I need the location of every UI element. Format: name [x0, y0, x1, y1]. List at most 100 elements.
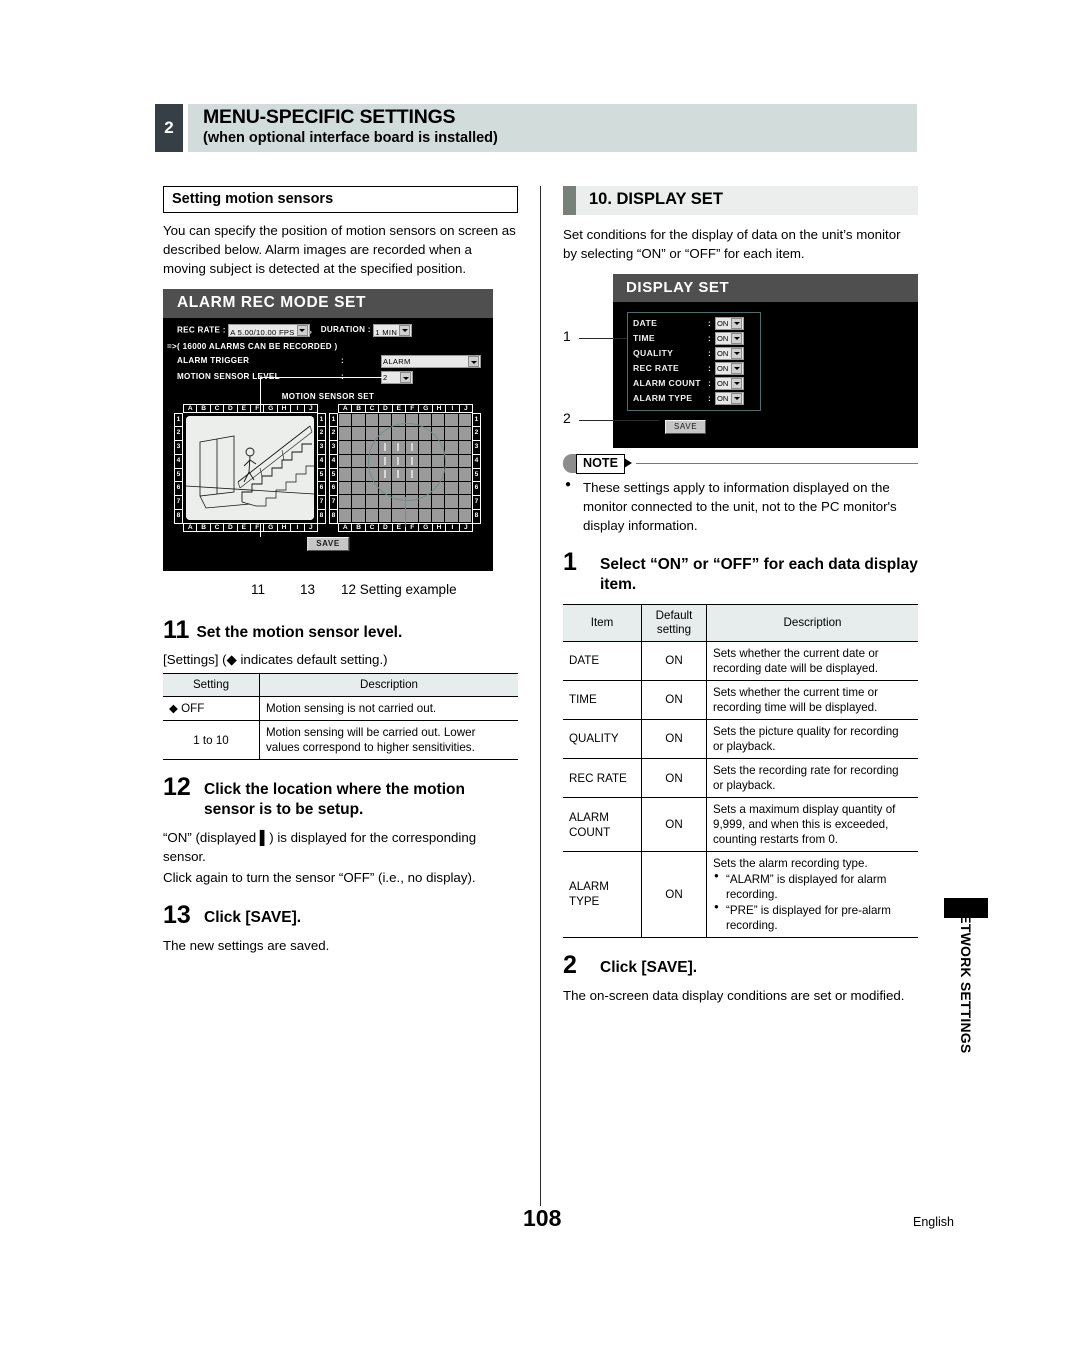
sensor-cell-H3[interactable]	[432, 440, 445, 454]
alarm-save-button-wrap[interactable]: SAVE	[307, 536, 349, 551]
sensor-cell-I6[interactable]	[445, 481, 458, 495]
sensor-cell-A4[interactable]	[339, 454, 352, 468]
sensor-cell-H1[interactable]	[432, 413, 445, 427]
sensor-cell-D8[interactable]	[378, 509, 392, 522]
sensor-cell-D1[interactable]	[378, 413, 392, 427]
sensor-cell-F5[interactable]	[405, 468, 418, 481]
sensor-cell-area[interactable]	[338, 412, 472, 527]
sensor-cell-B5[interactable]	[352, 468, 365, 481]
display-item-dropdown[interactable]: ON	[715, 376, 745, 390]
sensor-cell-G1[interactable]	[418, 413, 432, 427]
sensor-cell-D3[interactable]	[378, 440, 392, 454]
sensor-cell-D6[interactable]	[378, 481, 392, 495]
col-label: E	[236, 403, 252, 413]
sensor-cell-I5[interactable]	[445, 468, 458, 481]
sensor-cell-F6[interactable]	[405, 481, 418, 495]
sensor-cell-G5[interactable]	[418, 468, 432, 481]
sensor-cell-C1[interactable]	[365, 413, 378, 427]
sensor-cell-J7[interactable]	[458, 495, 471, 508]
sensor-cell-F4[interactable]	[405, 454, 418, 468]
sensor-cell-I2[interactable]	[445, 427, 458, 440]
sensor-cell-E8[interactable]	[392, 509, 405, 522]
sensor-cell-B4[interactable]	[352, 454, 365, 468]
rec-rate-comma: ,	[309, 325, 313, 335]
alarm-trigger-dropdown[interactable]: ALARM	[381, 354, 481, 368]
sensor-cell-A2[interactable]	[339, 427, 352, 440]
display-item-dropdown[interactable]: ON	[715, 361, 745, 375]
sensor-cell-A8[interactable]	[339, 509, 352, 522]
sensor-cell-F7[interactable]	[405, 495, 418, 508]
sensor-cell-E7[interactable]	[392, 495, 405, 508]
sensor-cell-H5[interactable]	[432, 468, 445, 481]
sensor-cell-J3[interactable]	[458, 440, 471, 454]
sensor-cell-C2[interactable]	[365, 427, 378, 440]
sensor-cell-C3[interactable]	[365, 440, 378, 454]
sensor-cell-F3[interactable]	[405, 440, 418, 454]
save-button[interactable]: SAVE	[665, 419, 707, 434]
sensor-cell-I8[interactable]	[445, 509, 458, 522]
sensor-cell-A6[interactable]	[339, 481, 352, 495]
sensor-cell-C4[interactable]	[365, 454, 378, 468]
sensor-cell-I7[interactable]	[445, 495, 458, 508]
sensor-cell-I4[interactable]	[445, 454, 458, 468]
sensor-cell-A1[interactable]	[339, 413, 352, 427]
display-item-dropdown[interactable]: ON	[715, 316, 745, 330]
sensor-cell-C5[interactable]	[365, 468, 378, 481]
sensor-cell-B3[interactable]	[352, 440, 365, 454]
sensor-cell-B7[interactable]	[352, 495, 365, 508]
sensor-cell-E4[interactable]	[392, 454, 405, 468]
save-button[interactable]: SAVE	[307, 536, 349, 551]
sensor-cell-D2[interactable]	[378, 427, 392, 440]
side-tab-label: NETWORK SETTINGS	[958, 904, 974, 1054]
sensor-cell-A3[interactable]	[339, 440, 352, 454]
motion-sensor-level-dropdown[interactable]: 2	[381, 370, 413, 384]
sensor-cell-E5[interactable]	[392, 468, 405, 481]
sensor-cell-B6[interactable]	[352, 481, 365, 495]
sensor-cell-E6[interactable]	[392, 481, 405, 495]
display-item-dropdown[interactable]: ON	[715, 331, 745, 345]
sensor-cell-E2[interactable]	[392, 427, 405, 440]
sensor-cell-B2[interactable]	[352, 427, 365, 440]
display-item-dropdown[interactable]: ON	[715, 391, 745, 405]
sensor-cell-G6[interactable]	[418, 481, 432, 495]
sensor-cell-F8[interactable]	[405, 509, 418, 522]
sensor-cell-C8[interactable]	[365, 509, 378, 522]
sensor-cell-I1[interactable]	[445, 413, 458, 427]
note-rule	[636, 462, 918, 465]
rec-rate-dropdown[interactable]: A 5.00/10.00 FPS	[228, 323, 310, 337]
sensor-cell-B1[interactable]	[352, 413, 365, 427]
sensor-cell-C7[interactable]	[365, 495, 378, 508]
sensor-cell-E3[interactable]	[392, 440, 405, 454]
sensor-cell-J8[interactable]	[458, 509, 471, 522]
sensor-cell-I3[interactable]	[445, 440, 458, 454]
sensor-cell-J5[interactable]	[458, 468, 471, 481]
sensor-cell-C6[interactable]	[365, 481, 378, 495]
sensor-cell-H4[interactable]	[432, 454, 445, 468]
sensor-cell-G2[interactable]	[418, 427, 432, 440]
sensor-cell-J6[interactable]	[458, 481, 471, 495]
sensor-cell-F1[interactable]	[405, 413, 418, 427]
sensor-cell-D7[interactable]	[378, 495, 392, 508]
sensor-cell-E1[interactable]	[392, 413, 405, 427]
sensor-cell-D5[interactable]	[378, 468, 392, 481]
sensor-cell-D4[interactable]	[378, 454, 392, 468]
sensor-cell-A5[interactable]	[339, 468, 352, 481]
section-intro: Set conditions for the display of data o…	[563, 227, 901, 261]
sensor-cell-F2[interactable]	[405, 427, 418, 440]
sensor-cell-B8[interactable]	[352, 509, 365, 522]
sensor-cell-H7[interactable]	[432, 495, 445, 508]
display-save-button-wrap[interactable]: SAVE	[665, 416, 707, 434]
duration-dropdown[interactable]: 1 MIN	[373, 323, 413, 337]
sensor-cell-J4[interactable]	[458, 454, 471, 468]
sensor-cell-J2[interactable]	[458, 427, 471, 440]
sensor-cell-J1[interactable]	[458, 413, 471, 427]
sensor-cell-H6[interactable]	[432, 481, 445, 495]
sensor-cell-G8[interactable]	[418, 509, 432, 522]
sensor-cell-G4[interactable]	[418, 454, 432, 468]
sensor-cell-A7[interactable]	[339, 495, 352, 508]
sensor-cell-G7[interactable]	[418, 495, 432, 508]
display-item-dropdown[interactable]: ON	[715, 346, 745, 360]
sensor-cell-G3[interactable]	[418, 440, 432, 454]
sensor-cell-H8[interactable]	[432, 509, 445, 522]
sensor-cell-H2[interactable]	[432, 427, 445, 440]
